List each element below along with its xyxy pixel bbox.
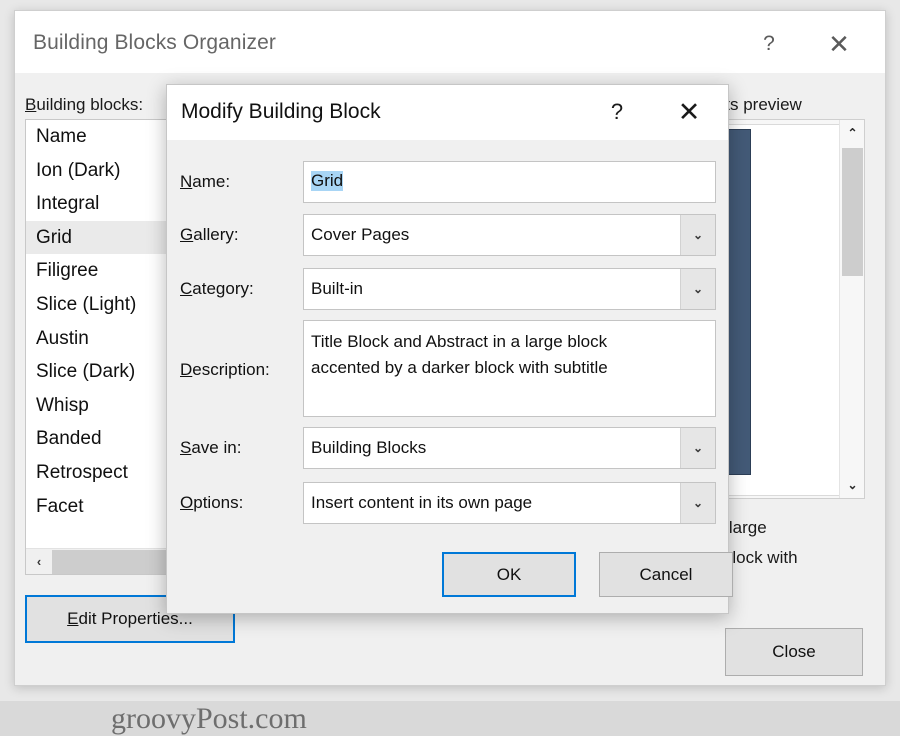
save-in-label-mnemonic: S (180, 438, 192, 457)
building-blocks-label-mnemonic: B (25, 95, 37, 114)
chevron-down-icon[interactable]: ⌄ (680, 269, 715, 309)
gallery-select-value: Cover Pages (311, 225, 410, 244)
save-in-label-text: ave in: (191, 438, 242, 457)
gallery-select[interactable]: Cover Pages ⌄ (303, 214, 716, 256)
category-label: Category: (180, 279, 254, 299)
description-textarea-value: Title Block and Abstract in a large bloc… (311, 329, 707, 381)
modal-titlebar: Modify Building Block ? ✕ (167, 85, 728, 140)
cancel-button[interactable]: Cancel (599, 552, 733, 597)
options-label-text: ptions: (193, 493, 244, 512)
name-label: Name: (180, 172, 230, 192)
category-label-text: ategory: (192, 279, 254, 298)
close-button[interactable]: Close (725, 628, 863, 676)
description-textarea[interactable]: Title Block and Abstract in a large bloc… (303, 320, 716, 417)
options-label: Options: (180, 493, 243, 513)
save-in-select-value: Building Blocks (311, 438, 427, 457)
modal-title: Modify Building Block (181, 100, 381, 123)
gallery-label: Gallery: (180, 225, 239, 245)
description-label-text: escription: (192, 360, 270, 379)
chevron-down-icon[interactable]: ⌄ (680, 483, 715, 523)
help-icon[interactable]: ? (749, 29, 789, 59)
watermark: groovyPost.com (111, 702, 307, 735)
organizer-title: Building Blocks Organizer (33, 31, 276, 54)
name-label-mnemonic: N (180, 172, 193, 191)
save-in-select[interactable]: Building Blocks ⌄ (303, 427, 716, 469)
help-icon[interactable]: ? (600, 97, 634, 127)
description-label: Description: (180, 360, 270, 380)
edit-properties-mnemonic: E (67, 609, 79, 628)
scrollbar-thumb[interactable] (842, 148, 863, 276)
chevron-down-icon[interactable]: ⌄ (680, 428, 715, 468)
name-input-value: Grid (311, 171, 344, 191)
name-input[interactable]: Grid (303, 161, 716, 203)
options-select[interactable]: Insert content in its own page ⌄ (303, 482, 716, 524)
screen: Building Blocks Organizer ? ✕ Building b… (0, 0, 900, 735)
description-line2: accented by a darker block with subtitle (311, 358, 608, 377)
category-select-value: Built-in (311, 279, 363, 298)
gallery-label-mnemonic: G (180, 225, 194, 244)
building-blocks-label: Building blocks: (25, 95, 143, 115)
scroll-down-icon[interactable]: ⌄ (840, 472, 864, 498)
ok-button[interactable]: OK (442, 552, 576, 597)
preview-vertical-scrollbar[interactable]: ⌃ ⌄ (839, 120, 864, 498)
organizer-titlebar: Building Blocks Organizer ? ✕ (15, 11, 885, 73)
description-label-mnemonic: D (180, 360, 193, 379)
category-label-mnemonic: C (180, 279, 193, 298)
options-label-mnemonic: O (180, 493, 194, 512)
scroll-up-icon[interactable]: ⌃ (840, 120, 864, 146)
chevron-down-icon[interactable]: ⌄ (680, 215, 715, 255)
gallery-label-text: allery: (193, 225, 239, 244)
modify-building-block-dialog: Modify Building Block ? ✕ Name: Grid Gal… (166, 84, 733, 614)
scroll-left-icon[interactable]: ‹ (26, 549, 52, 574)
name-label-text: ame: (192, 172, 231, 191)
building-blocks-label-text: uilding blocks: (36, 95, 144, 114)
close-icon[interactable]: ✕ (672, 95, 706, 129)
options-select-value: Insert content in its own page (311, 493, 533, 512)
description-line1: Title Block and Abstract in a large bloc… (311, 332, 608, 351)
category-select[interactable]: Built-in ⌄ (303, 268, 716, 310)
close-icon[interactable]: ✕ (819, 29, 859, 59)
save-in-label: Save in: (180, 438, 241, 458)
